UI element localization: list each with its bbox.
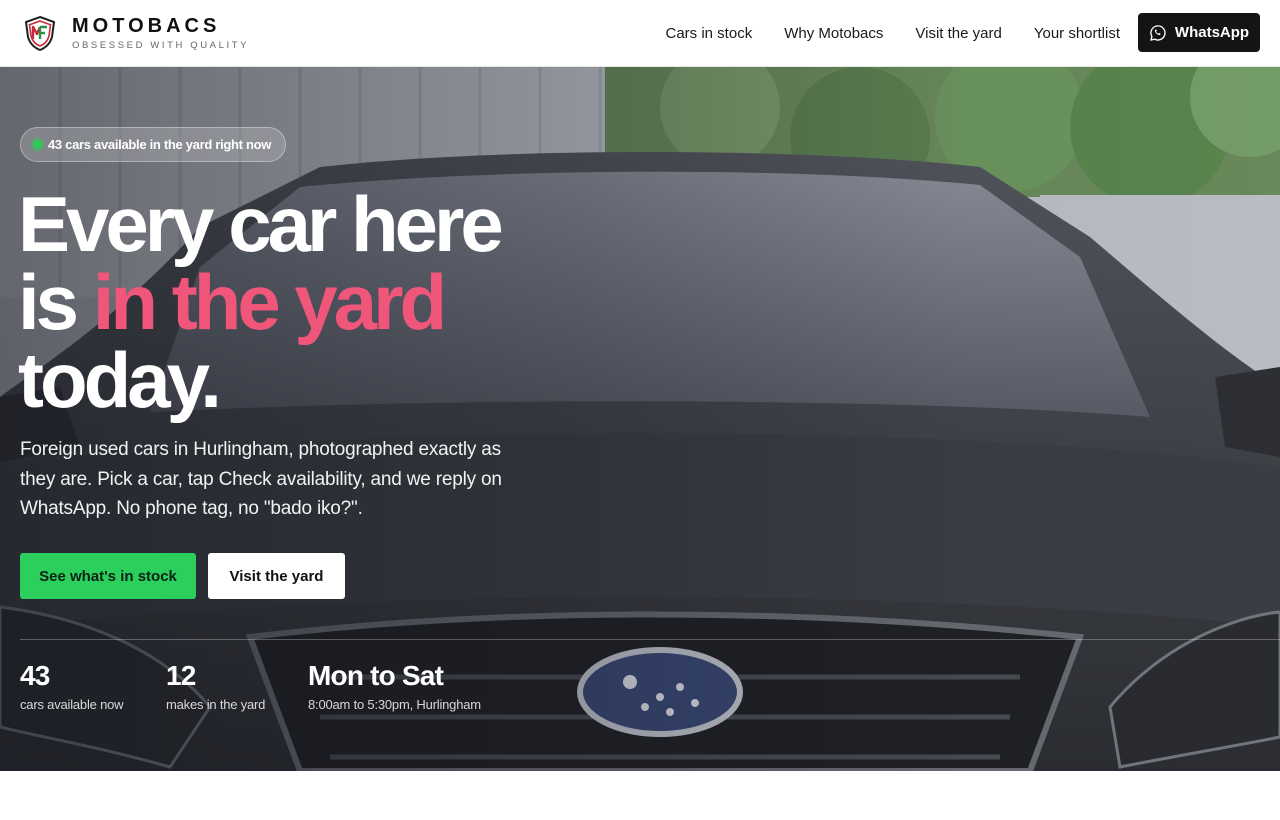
whatsapp-button[interactable]: WhatsApp (1138, 13, 1260, 52)
status-dot-icon (33, 140, 42, 149)
headline-line-2-prefix: is (18, 258, 93, 346)
brand-tagline: OBSESSED WITH QUALITY (72, 40, 250, 51)
whatsapp-button-label: WhatsApp (1174, 24, 1250, 41)
brand-name: MOTOBACS (72, 15, 221, 37)
availability-text: 43 cars available in the yard right now (48, 137, 272, 152)
hero-subcopy: Foreign used cars in Hurlingham, photogr… (20, 439, 502, 519)
stat-value: 43 (20, 660, 50, 691)
stat-makes: 12 makes in the yard (166, 660, 265, 712)
hero-section: 43 cars available in the yard right now … (0, 67, 1280, 771)
brand[interactable]: MOTOBACS OBSESSED WITH QUALITY (72, 15, 249, 52)
stat-label: 8:00am to 5:30pm, Hurlingham (308, 697, 481, 712)
nav-why-motobacs[interactable]: Why Motobacs (784, 25, 883, 42)
stat-value: Mon to Sat (308, 660, 444, 691)
main-nav: Cars in stock Why Motobacs Visit the yar… (666, 0, 1121, 67)
stats-divider (20, 639, 1280, 640)
motobacs-logo-icon[interactable] (22, 15, 58, 52)
headline-line-1: Every car here (18, 180, 504, 268)
hero-headline: Every car here is in the yard today. (18, 185, 618, 419)
headline-accent: in the yard (92, 258, 447, 346)
stat-label: cars available now (20, 697, 124, 712)
see-stock-button[interactable]: See what's in stock (20, 553, 196, 599)
site-header: MOTOBACS OBSESSED WITH QUALITY Cars in s… (0, 0, 1280, 67)
headline-line-3: today. (18, 336, 222, 424)
stat-value: 12 (166, 660, 196, 691)
nav-visit-the-yard[interactable]: Visit the yard (915, 25, 1001, 42)
visit-yard-button[interactable]: Visit the yard (208, 553, 345, 599)
nav-your-shortlist[interactable]: Your shortlist (1034, 25, 1120, 42)
stat-opening-hours: Mon to Sat 8:00am to 5:30pm, Hurlingham (308, 660, 481, 712)
whatsapp-icon (1150, 24, 1166, 41)
nav-cars-in-stock[interactable]: Cars in stock (666, 25, 753, 42)
stat-cars-available: 43 cars available now (20, 660, 124, 712)
stat-label: makes in the yard (166, 697, 266, 712)
availability-badge: 43 cars available in the yard right now (20, 127, 287, 162)
